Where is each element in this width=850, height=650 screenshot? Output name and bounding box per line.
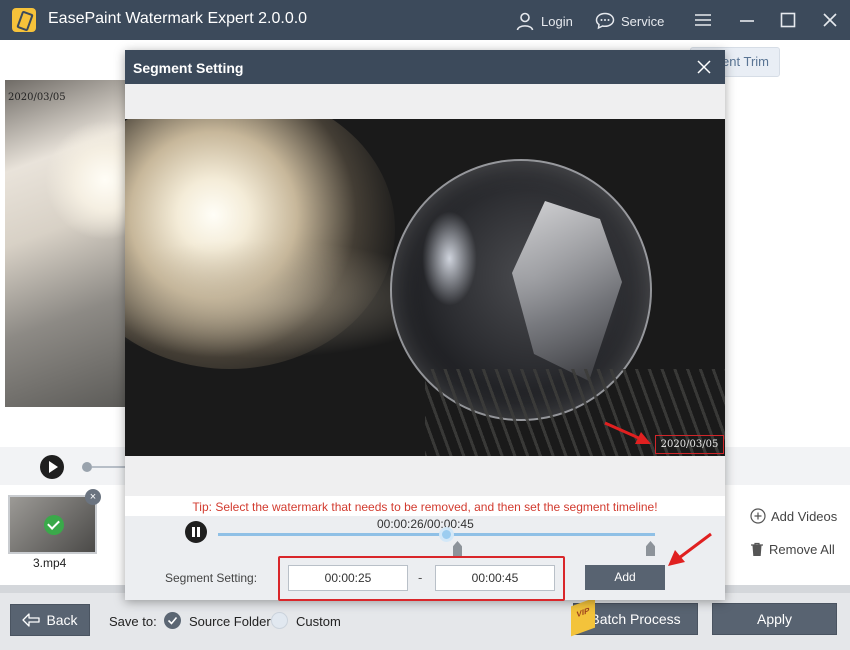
video-thumbnail[interactable] [8, 495, 97, 554]
segment-start-input[interactable] [288, 565, 408, 591]
timeline-playhead[interactable] [439, 527, 454, 542]
dialog-close-icon[interactable] [695, 58, 713, 76]
remove-all-button[interactable]: Remove All [750, 542, 835, 557]
dialog-header: Segment Setting [125, 50, 725, 84]
login-label: Login [541, 13, 573, 29]
title-bar: EasePaint Watermark Expert 2.0.0.0 Login… [0, 0, 850, 40]
maximize-icon[interactable] [778, 10, 798, 30]
bubble-shine [422, 211, 477, 306]
segment-setting-label: Segment Setting: [165, 571, 258, 585]
chat-bubble-icon [595, 12, 615, 30]
checkmark-icon [44, 515, 64, 535]
segment-setting-dialog: Segment Setting 2020/03/05 Tip: Select t… [125, 50, 725, 601]
dialog-top-strip [125, 84, 725, 119]
main-video-preview [5, 80, 127, 407]
pause-button[interactable] [185, 521, 207, 543]
radio-check-icon [167, 616, 178, 625]
source-folder-label[interactable]: Source Folder [189, 614, 271, 629]
preview-date-watermark: 2020/03/05 [8, 92, 66, 103]
menu-icon[interactable] [693, 10, 713, 30]
video-preview[interactable]: 2020/03/05 [125, 119, 725, 456]
plus-circle-icon [750, 508, 766, 524]
bubble-frost-pattern [512, 201, 622, 381]
play-button[interactable] [40, 455, 64, 479]
selected-watermark-box[interactable]: 2020/03/05 [655, 435, 724, 454]
service-label: Service [621, 13, 665, 29]
red-arrow-icon [604, 421, 651, 444]
remove-all-label: Remove All [769, 542, 835, 557]
trash-icon [751, 542, 763, 556]
remove-thumbnail-icon[interactable]: × [85, 489, 101, 505]
red-arrow-add-icon [668, 532, 712, 566]
player-slider-track[interactable] [92, 466, 125, 468]
segment-end-input[interactable] [435, 565, 555, 591]
timeline-track[interactable] [218, 533, 655, 536]
source-folder-radio[interactable] [164, 612, 181, 629]
save-to-label: Save to: [109, 614, 157, 629]
player-slider-knob[interactable] [82, 462, 92, 472]
app-title: EasePaint Watermark Expert 2.0.0.0 [48, 10, 308, 27]
add-videos-button[interactable]: Add Videos [750, 508, 837, 524]
app-logo-icon [12, 8, 36, 32]
apply-button[interactable]: Apply [712, 603, 837, 635]
tip-text: Tip: Select the watermark that needs to … [192, 500, 658, 514]
user-icon [516, 12, 534, 31]
add-segment-button[interactable]: Add [585, 565, 665, 590]
back-button[interactable]: Back [10, 604, 90, 636]
back-arrow-icon [22, 613, 41, 627]
close-icon[interactable] [820, 10, 840, 30]
dialog-bottom-strip [125, 456, 725, 496]
time-separator: - [418, 570, 423, 585]
minimize-icon[interactable] [737, 10, 757, 30]
login-button[interactable]: Login [515, 10, 573, 32]
time-readout: 00:00:26/00:00:45 [377, 517, 474, 531]
add-videos-label: Add Videos [771, 508, 838, 524]
service-button[interactable]: Service [595, 10, 664, 32]
custom-label[interactable]: Custom [296, 614, 341, 629]
custom-radio[interactable] [271, 612, 288, 629]
dialog-title: Segment Setting [133, 60, 244, 76]
thumbnail-filename: 3.mp4 [33, 556, 67, 570]
apply-label: Apply [756, 611, 793, 627]
back-label: Back [46, 612, 78, 628]
batch-process-label: Batch Process [590, 611, 681, 627]
